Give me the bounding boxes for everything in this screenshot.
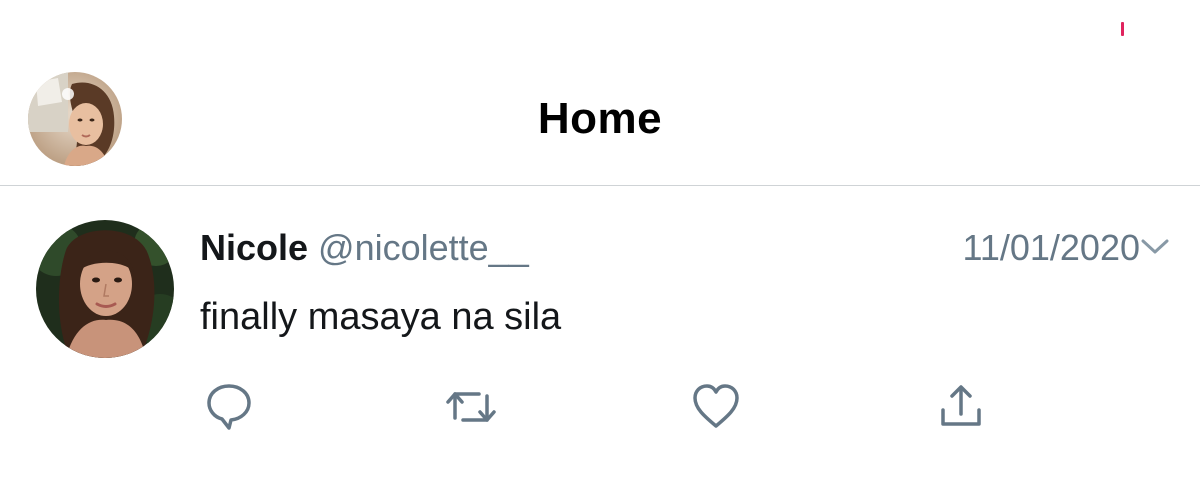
tweet-actions (0, 382, 1200, 432)
page-title: Home (537, 94, 663, 143)
share-button[interactable] (935, 382, 987, 432)
author-avatar-icon[interactable] (36, 220, 174, 358)
reply-button[interactable] (203, 382, 255, 432)
reply-icon (207, 384, 251, 430)
like-button[interactable] (690, 382, 742, 432)
retweet-icon (446, 392, 496, 422)
status-indicator (1121, 22, 1124, 36)
retweet-button[interactable] (445, 382, 497, 432)
share-icon (941, 385, 981, 426)
tweet-date: 11/01/2020 (962, 227, 1140, 268)
top-header: Home (0, 60, 1200, 186)
author-handle[interactable]: @nicolette__ (318, 227, 529, 268)
author-name[interactable]: Nicole (200, 227, 308, 268)
chevron-down-icon[interactable] (1140, 236, 1170, 258)
heart-icon (693, 384, 739, 428)
tweet-item[interactable]: Nicole @nicolette__ 11/01/2020 finally ma… (0, 186, 1200, 503)
tweet-text: finally masaya na sila (200, 296, 562, 338)
